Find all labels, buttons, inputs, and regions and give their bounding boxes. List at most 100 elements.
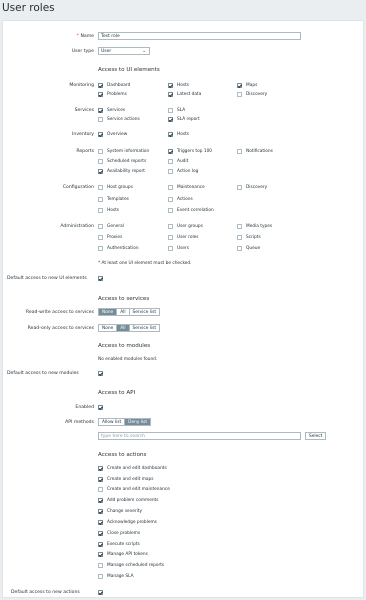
user-type-value: User — [101, 49, 112, 54]
dashboard-checkbox[interactable] — [98, 83, 103, 88]
action-checkbox[interactable] — [98, 563, 103, 568]
user-groups-checkbox[interactable] — [168, 224, 173, 229]
problems-label: Problems — [107, 92, 127, 97]
system-information-checkbox[interactable] — [98, 149, 103, 154]
media-types-label: Media types — [246, 224, 273, 229]
page-title: User roles — [2, 2, 55, 14]
ro-none-option[interactable]: None — [99, 325, 118, 331]
chevron-down-icon: ⌄ — [142, 49, 146, 54]
default-modules-checkbox[interactable] — [98, 371, 103, 376]
authentication-checkbox[interactable] — [98, 246, 103, 251]
scripts-checkbox[interactable] — [237, 235, 242, 240]
general-checkbox[interactable] — [98, 224, 103, 229]
event-correlation-checkbox[interactable] — [168, 208, 173, 213]
conf-discovery-label: Discovery — [246, 185, 268, 190]
discovery-checkbox[interactable] — [237, 92, 242, 97]
group-configuration-label: Configuration — [62, 185, 94, 190]
queue-checkbox[interactable] — [237, 246, 242, 251]
action-checkbox[interactable] — [98, 574, 103, 579]
default-ui-checkbox[interactable] — [98, 276, 103, 281]
overview-label: Overview — [107, 132, 128, 137]
action-checkbox[interactable] — [98, 509, 103, 514]
rw-access-segmented: None All Service list — [98, 308, 161, 316]
action-checkbox[interactable] — [98, 466, 103, 471]
media-types-checkbox[interactable] — [237, 224, 242, 229]
action-label: Close problems — [107, 531, 141, 536]
templates-checkbox[interactable] — [98, 197, 103, 202]
default-actions-checkbox[interactable] — [98, 590, 103, 595]
latest-data-label: Latest data — [177, 92, 202, 97]
triggers-top-100-label: Triggers top 100 — [177, 149, 213, 154]
action-checkbox[interactable] — [98, 498, 103, 503]
scheduled-reports-checkbox[interactable] — [98, 159, 103, 164]
group-monitoring-label: Monitoring — [69, 83, 94, 88]
proxies-checkbox[interactable] — [98, 235, 103, 240]
api-methods-label: API methods — [65, 420, 94, 425]
name-label: * Name — [76, 34, 94, 39]
action-label: Manage API tokens — [107, 552, 148, 557]
api-enabled-checkbox[interactable] — [98, 405, 103, 410]
sla-report-checkbox[interactable] — [168, 117, 173, 122]
group-services-label: Services — [74, 108, 94, 113]
user-type-label: User type — [71, 49, 94, 54]
action-checkbox[interactable] — [98, 531, 103, 536]
action-checkbox[interactable] — [98, 477, 103, 482]
service-actions-checkbox[interactable] — [98, 117, 103, 122]
maps-checkbox[interactable] — [237, 83, 242, 88]
select-button[interactable]: Select — [305, 432, 327, 440]
ui-note: * At least one UI element must be checke… — [98, 261, 192, 266]
deny-list-option[interactable]: Deny list — [125, 419, 151, 425]
rw-all-option[interactable]: All — [117, 309, 130, 315]
inventory-hosts-checkbox[interactable] — [168, 132, 173, 137]
maintenance-label: Maintenance — [177, 185, 205, 190]
triggers-top-100-checkbox[interactable] — [168, 149, 173, 154]
group-inventory-label: Inventory — [72, 132, 94, 137]
action-label: Change severity — [107, 509, 143, 514]
default-modules-label: Default access to new modules — [7, 371, 79, 376]
host-groups-checkbox[interactable] — [98, 185, 103, 190]
ui-section-title: Access to UI elements — [98, 67, 160, 73]
rw-none-option[interactable]: None — [99, 309, 118, 315]
maps-label: Maps — [246, 83, 258, 88]
actions-checkbox[interactable] — [168, 197, 173, 202]
users-checkbox[interactable] — [168, 246, 173, 251]
name-input[interactable]: Test role — [98, 32, 301, 40]
audit-label: Audit — [177, 159, 189, 164]
problems-checkbox[interactable] — [98, 92, 103, 97]
latest-data-checkbox[interactable] — [168, 92, 173, 97]
api-methods-search-input[interactable]: type here to search — [98, 432, 301, 440]
conf-discovery-checkbox[interactable] — [237, 185, 242, 190]
templates-label: Templates — [107, 197, 129, 202]
action-checkbox[interactable] — [98, 542, 103, 547]
services-section-title: Access to services — [98, 296, 150, 302]
action-checkbox[interactable] — [98, 487, 103, 492]
modules-note: No enabled modules found. — [98, 357, 158, 362]
conf-hosts-checkbox[interactable] — [98, 208, 103, 213]
notifications-checkbox[interactable] — [237, 149, 242, 154]
user-roles-checkbox[interactable] — [168, 235, 173, 240]
ro-all-option[interactable]: All — [117, 325, 130, 331]
action-checkbox[interactable] — [98, 552, 103, 557]
audit-checkbox[interactable] — [168, 159, 173, 164]
action-checkbox[interactable] — [98, 520, 103, 525]
scripts-label: Scripts — [246, 235, 261, 240]
actions-section-title: Access to actions — [98, 452, 147, 458]
services-checkbox[interactable] — [98, 108, 103, 113]
user-type-select[interactable]: User ⌄ — [98, 47, 150, 55]
action-label: Create and edit maps — [107, 477, 154, 482]
overview-checkbox[interactable] — [98, 132, 103, 137]
user-roles-label: User roles — [177, 235, 199, 240]
action-label: Execute scripts — [107, 542, 140, 547]
action-label: Create and edit maintenance — [107, 487, 170, 492]
rw-service-list-option[interactable]: Service list — [130, 309, 160, 315]
api-enabled-label: Enabled — [75, 405, 94, 410]
allow-list-option[interactable]: Allow list — [99, 419, 126, 425]
ro-service-list-option[interactable]: Service list — [130, 325, 160, 331]
action-log-checkbox[interactable] — [168, 169, 173, 174]
ro-access-segmented: None All Service list — [98, 324, 161, 332]
conf-hosts-label: Hosts — [107, 208, 120, 213]
hosts-checkbox[interactable] — [168, 83, 173, 88]
availability-report-checkbox[interactable] — [98, 169, 103, 174]
sla-checkbox[interactable] — [168, 108, 173, 113]
maintenance-checkbox[interactable] — [168, 185, 173, 190]
